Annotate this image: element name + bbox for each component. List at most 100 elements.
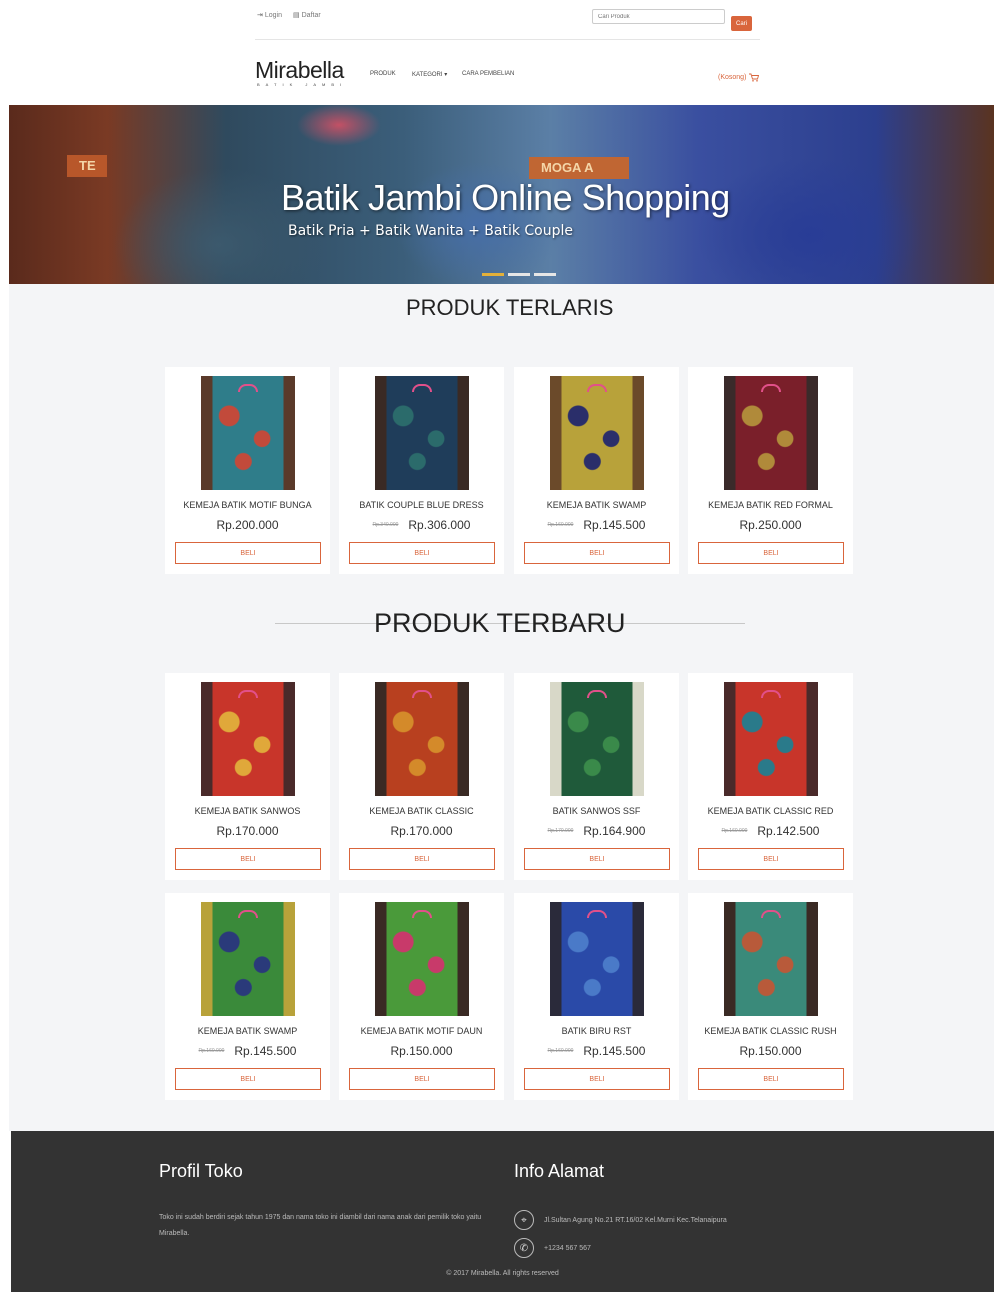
old-price: Rp.160.000 [721, 827, 748, 834]
product-image[interactable] [201, 902, 295, 1016]
hanger-icon [412, 384, 432, 392]
product-image[interactable] [375, 682, 469, 796]
search-input[interactable] [592, 9, 725, 24]
address-row: ⌖ Jl.Sultan Agung No.21 RT.16/02 Kel.Mur… [514, 1210, 727, 1230]
product-price: Rp.145.500 [234, 1043, 297, 1058]
product-image-fill [375, 376, 469, 490]
register-link[interactable]: ▤ Daftar [293, 11, 321, 20]
slide-indicator-1[interactable] [482, 273, 504, 276]
buy-button[interactable]: BELI [698, 848, 844, 870]
old-price: Rp.170.000 [547, 827, 574, 834]
product-name[interactable]: KEMEJA BATIK CLASSIC RED [688, 806, 853, 816]
profile-title: Profil Toko [159, 1161, 243, 1181]
hanger-icon [238, 690, 258, 698]
product-card[interactable]: BATIK COUPLE BLUE DRESS Rp.340.000 Rp.306.… [339, 367, 504, 574]
product-card[interactable]: KEMEJA BATIK SANWOS Rp.170.000 BELI [165, 673, 330, 880]
product-name[interactable]: BATIK SANWOS SSF [514, 806, 679, 816]
hanger-icon [238, 910, 258, 918]
product-card[interactable]: KEMEJA BATIK MOTIF BUNGA Rp.200.000 BELI [165, 367, 330, 574]
product-image[interactable] [375, 902, 469, 1016]
footer: Profil Toko Toko ini sudah berdiri sejak… [11, 1131, 994, 1292]
price-row: Rp.170.000 [339, 822, 504, 840]
product-card[interactable]: KEMEJA BATIK MOTIF DAUN Rp.150.000 BELI [339, 893, 504, 1100]
product-card[interactable]: BATIK BIRU RST Rp.160.000 Rp.145.500 BELI [514, 893, 679, 1100]
product-card[interactable]: KEMEJA BATIK SWAMP Rp.160.000 Rp.145.500 BE… [514, 367, 679, 574]
buy-button[interactable]: BELI [349, 1068, 495, 1090]
hanger-icon [587, 690, 607, 698]
product-name[interactable]: KEMEJA BATIK MOTIF BUNGA [165, 500, 330, 510]
product-image-fill [550, 902, 644, 1016]
logo[interactable]: Mirabella BATIK JAMBI [255, 58, 347, 87]
product-name[interactable]: KEMEJA BATIK RED FORMAL [688, 500, 853, 510]
buy-button[interactable]: BELI [698, 542, 844, 564]
product-image[interactable] [724, 682, 818, 796]
product-image[interactable] [724, 376, 818, 490]
price-row: Rp.340.000 Rp.306.000 [339, 516, 504, 534]
search-button[interactable]: Cari [731, 16, 752, 31]
main-content: PRODUK TERLARIS KEMEJA BATIK MOTIF BUNGA… [9, 284, 994, 1131]
product-card[interactable]: KEMEJA BATIK CLASSIC Rp.170.000 BELI [339, 673, 504, 880]
price-row: Rp.160.000 Rp.142.500 [688, 822, 853, 840]
register-label: Daftar [301, 11, 321, 19]
price-row: Rp.170.000 Rp.164.900 [514, 822, 679, 840]
old-price: Rp.340.000 [372, 521, 399, 528]
product-name[interactable]: KEMEJA BATIK CLASSIC [339, 806, 504, 816]
hanger-icon [412, 910, 432, 918]
cart-link[interactable]: (Kosong) [718, 73, 760, 82]
buy-button[interactable]: BELI [349, 848, 495, 870]
product-price: Rp.142.500 [757, 823, 820, 838]
cart-icon [749, 73, 760, 82]
product-image-fill [375, 902, 469, 1016]
old-price: Rp.160.000 [547, 1047, 574, 1054]
buy-button[interactable]: BELI [524, 1068, 670, 1090]
buy-button[interactable]: BELI [524, 542, 670, 564]
product-card[interactable]: KEMEJA BATIK CLASSIC RUSH Rp.150.000 BELI [688, 893, 853, 1100]
newest-title: PRODUK TERBARU [374, 608, 626, 638]
buy-button[interactable]: BELI [524, 848, 670, 870]
product-card[interactable]: KEMEJA BATIK SWAMP Rp.160.000 Rp.145.500 BE… [165, 893, 330, 1100]
product-price: Rp.170.000 [216, 823, 279, 838]
price-row: Rp.150.000 [688, 1042, 853, 1060]
product-card[interactable]: BATIK SANWOS SSF Rp.170.000 Rp.164.900 BELI [514, 673, 679, 880]
nav-item-produk[interactable]: PRODUK [370, 71, 396, 77]
product-name[interactable]: KEMEJA BATIK SWAMP [514, 500, 679, 510]
product-image[interactable] [550, 682, 644, 796]
product-name[interactable]: KEMEJA BATIK CLASSIC RUSH [688, 1026, 853, 1036]
product-name[interactable]: BATIK BIRU RST [514, 1026, 679, 1036]
buy-button[interactable]: BELI [175, 542, 321, 564]
hanger-icon [761, 384, 781, 392]
product-image-fill [375, 682, 469, 796]
phone-text: +1234 567 567 [544, 1244, 591, 1252]
product-image[interactable] [201, 682, 295, 796]
product-image-fill [201, 682, 295, 796]
nav-item-cara-pembelian[interactable]: CARA PEMBELIAN [462, 71, 514, 77]
product-image[interactable] [375, 376, 469, 490]
register-icon: ▤ [293, 12, 300, 19]
buy-button[interactable]: BELI [175, 848, 321, 870]
product-image[interactable] [201, 376, 295, 490]
product-price: Rp.164.900 [583, 823, 646, 838]
copyright: © 2017 Mirabella. All rights reserved [446, 1270, 559, 1277]
slide-indicator-3[interactable] [534, 273, 556, 276]
product-card[interactable]: KEMEJA BATIK CLASSIC RED Rp.160.000 Rp.142… [688, 673, 853, 880]
logo-text: Mirabella [255, 57, 344, 83]
buy-button[interactable]: BELI [175, 1068, 321, 1090]
product-name[interactable]: KEMEJA BATIK MOTIF DAUN [339, 1026, 504, 1036]
product-name[interactable]: BATIK COUPLE BLUE DRESS [339, 500, 504, 510]
login-link[interactable]: ⇥ Login [257, 11, 282, 20]
product-image[interactable] [550, 902, 644, 1016]
slide-indicator-2[interactable] [508, 273, 530, 276]
buy-button[interactable]: BELI [698, 1068, 844, 1090]
bestsellers-title: PRODUK TERLARIS [406, 295, 614, 320]
product-image[interactable] [724, 902, 818, 1016]
product-name[interactable]: KEMEJA BATIK SANWOS [165, 806, 330, 816]
price-row: Rp.160.000 Rp.145.500 [514, 1042, 679, 1060]
nav-item-kategori[interactable]: KATEGORI ▾ [412, 71, 447, 78]
login-icon: ⇥ [257, 12, 263, 19]
buy-button[interactable]: BELI [349, 542, 495, 564]
cart-label: (Kosong) [718, 74, 747, 81]
product-price: Rp.200.000 [216, 517, 279, 532]
product-name[interactable]: KEMEJA BATIK SWAMP [165, 1026, 330, 1036]
product-card[interactable]: KEMEJA BATIK RED FORMAL Rp.250.000 BELI [688, 367, 853, 574]
product-image[interactable] [550, 376, 644, 490]
